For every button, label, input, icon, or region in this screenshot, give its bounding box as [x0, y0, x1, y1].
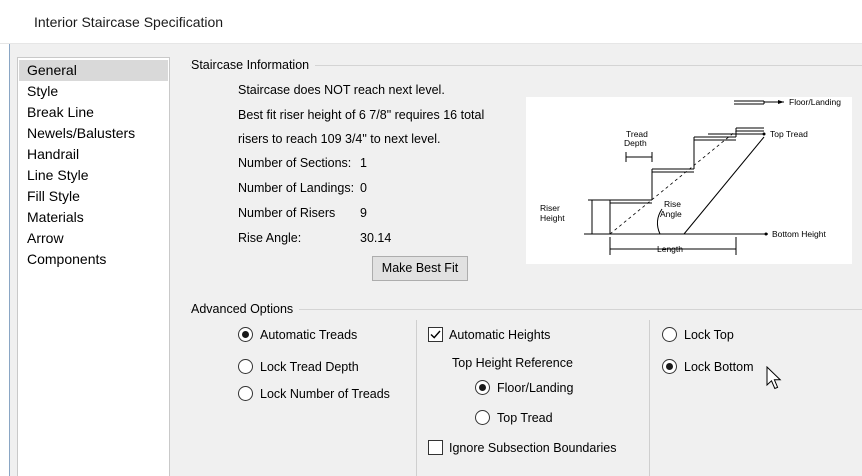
label-rise: Rise [664, 199, 681, 209]
label-bottom-height: Bottom Height [772, 229, 826, 239]
checkbox-label: Ignore Subsection Boundaries [449, 440, 617, 455]
radio-label: Lock Bottom [684, 359, 754, 374]
nav-item-handrail[interactable]: Handrail [19, 144, 168, 165]
sections-value: 1 [360, 156, 367, 170]
label-floor-landing: Floor/Landing [789, 97, 841, 107]
radio-indicator[interactable] [662, 327, 677, 342]
radio-indicator[interactable] [238, 386, 253, 401]
rise-angle-value: 30.14 [360, 231, 392, 245]
staircase-info-group-title: Staircase Information [191, 58, 316, 72]
label-length: Length [657, 244, 683, 254]
radio-indicator[interactable] [662, 359, 677, 374]
checkbox-ignore-subsection-boundaries[interactable]: Ignore Subsection Boundaries [428, 440, 616, 455]
risers-to-next-level-text: risers to reach 109 3/4" to next level. [238, 132, 441, 146]
radio-label: Lock Tread Depth [260, 359, 359, 374]
status-not-reach-text: Staircase does NOT reach next level. [238, 83, 445, 97]
label-angle: Angle [660, 209, 682, 219]
sections-label: Number of Sections: [238, 156, 352, 170]
checkbox-indicator[interactable] [428, 327, 443, 342]
risers-label: Number of Risers [238, 206, 336, 220]
radio-floor-landing[interactable]: Floor/Landing [475, 380, 573, 395]
category-list[interactable]: General Style Break Line Newels/Baluster… [17, 57, 170, 476]
nav-item-components[interactable]: Components [19, 249, 168, 270]
radio-lock-tread-depth[interactable]: Lock Tread Depth [238, 359, 359, 374]
landings-value: 0 [360, 181, 367, 195]
radio-indicator[interactable] [238, 327, 253, 342]
advanced-options-group-title: Advanced Options [191, 302, 300, 316]
nav-item-newels-balusters[interactable]: Newels/Balusters [19, 123, 168, 144]
checkbox-label: Automatic Heights [449, 327, 551, 342]
advanced-separator-1 [416, 320, 417, 476]
risers-value: 9 [360, 206, 367, 220]
label-riser: Riser [540, 203, 560, 213]
checkbox-automatic-heights[interactable]: Automatic Heights [428, 327, 550, 342]
advanced-separator-2 [649, 320, 650, 476]
nav-item-style[interactable]: Style [19, 81, 168, 102]
radio-label: Top Tread [497, 410, 553, 425]
checkmark-icon [430, 330, 441, 339]
radio-top-tread[interactable]: Top Tread [475, 410, 553, 425]
nav-item-fill-style[interactable]: Fill Style [19, 186, 168, 207]
window-title: Interior Staircase Specification [34, 14, 224, 30]
nav-item-line-style[interactable]: Line Style [19, 165, 168, 186]
radio-lock-number-of-treads[interactable]: Lock Number of Treads [238, 386, 390, 401]
title-bar: Interior Staircase Specification [0, 0, 862, 44]
staircase-diagram: Floor/Landing Top Tread Tread Depth Rise… [526, 97, 852, 264]
radio-indicator[interactable] [475, 410, 490, 425]
radio-indicator[interactable] [475, 380, 490, 395]
make-best-fit-button[interactable]: Make Best Fit [372, 256, 468, 281]
nav-item-break-line[interactable]: Break Line [19, 102, 168, 123]
radio-lock-bottom[interactable]: Lock Bottom [662, 359, 753, 374]
radio-indicator[interactable] [238, 359, 253, 374]
top-height-reference-label: Top Height Reference [452, 356, 573, 370]
best-fit-riser-text: Best fit riser height of 6 7/8" requires… [238, 108, 485, 122]
radio-label: Floor/Landing [497, 380, 574, 395]
nav-item-general[interactable]: General [19, 60, 168, 81]
mouse-pointer-icon [766, 366, 782, 390]
radio-label: Lock Number of Treads [260, 386, 390, 401]
nav-item-materials[interactable]: Materials [19, 207, 168, 228]
nav-item-arrow[interactable]: Arrow [19, 228, 168, 249]
radio-automatic-treads[interactable]: Automatic Treads [238, 327, 357, 342]
label-top-tread: Top Tread [770, 129, 808, 139]
radio-lock-top[interactable]: Lock Top [662, 327, 734, 342]
label-depth: Depth [624, 138, 647, 148]
checkbox-indicator[interactable] [428, 440, 443, 455]
rise-angle-label: Rise Angle: [238, 231, 302, 245]
landings-label: Number of Landings: [238, 181, 355, 195]
radio-label: Automatic Treads [260, 327, 358, 342]
radio-label: Lock Top [684, 327, 734, 342]
label-height: Height [540, 213, 565, 223]
